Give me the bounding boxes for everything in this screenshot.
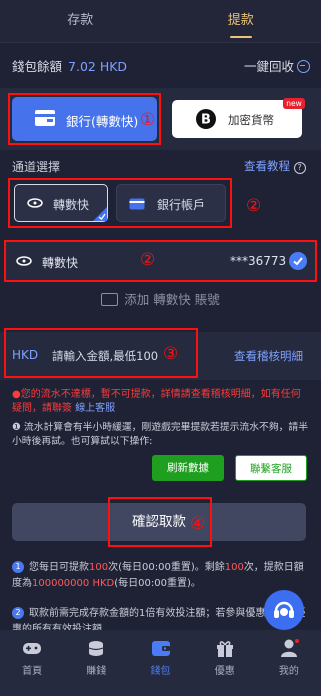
wallet-label: 錢包餘額 — [12, 59, 63, 74]
info-highlight: 100 — [89, 562, 109, 573]
nav-earn[interactable]: 賺錢 — [64, 630, 128, 696]
online-service-link[interactable]: 線上客服 — [75, 403, 115, 414]
annotation-number-4: ③ — [163, 344, 179, 364]
refresh-button[interactable]: 刷新數據 — [152, 455, 224, 481]
svg-text:B: B — [201, 113, 211, 128]
warning-text: ●您的流水不達標，暫不可提款，詳情請查看稽核明細，如有任何疑問，請聯簽 — [12, 389, 301, 414]
help-icon: ? — [293, 162, 306, 174]
recall-button[interactable]: 一鍵回收 — [244, 56, 310, 75]
gift-icon — [216, 641, 233, 657]
customer-service-button[interactable] — [264, 590, 304, 630]
info-text: 取款前需完成存款金額的1倍有效投注額；若參與優惠需完成優惠的所有有效投注額 — [12, 608, 306, 630]
tutorial-link[interactable]: 查看教程 ? — [244, 158, 306, 174]
top-tabs: 存款 提款 — [0, 0, 321, 43]
info-text: 次(每日00:00重置)。剩餘 — [108, 562, 225, 573]
info-text: 您每日可提款 — [29, 562, 89, 573]
crypto-label: 加密貨幣 — [228, 113, 274, 127]
tutorial-label: 查看教程 — [244, 159, 290, 173]
headset-icon — [274, 601, 294, 618]
bottom-nav: 首頁 賺錢 錢包 優惠 我的 — [0, 630, 321, 696]
audit-detail-link[interactable]: 查看稽核明細 — [234, 348, 303, 364]
user-icon — [280, 639, 299, 657]
wallet-amount: 7.02 HKD — [68, 59, 128, 74]
nav-label: 首頁 — [22, 666, 43, 677]
annotation-box-1 — [8, 93, 161, 145]
turnover-note: ❶ 流水計算會有半小時緩運，剛遊戲完畢提款若提示流水不夠，請半小時後再試。也可算… — [12, 422, 309, 447]
nav-promotions[interactable]: 優惠 — [193, 630, 257, 696]
recall-label: 一鍵回收 — [243, 59, 294, 74]
annotation-box-3 — [4, 240, 317, 282]
nav-wallet[interactable]: 錢包 — [128, 630, 192, 696]
recall-icon — [297, 60, 310, 73]
coins-icon — [89, 641, 104, 656]
nav-label: 我的 — [278, 666, 299, 677]
nav-label: 賺錢 — [86, 666, 107, 677]
nav-label: 優惠 — [214, 666, 235, 677]
turnover-warning: ●您的流水不達標，暫不可提款，詳情請查看稽核明細，如有任何疑問，請聯簽 線上客服 — [12, 388, 310, 416]
annotation-number-5: ④ — [190, 514, 206, 534]
annotation-number-1: ① — [140, 110, 156, 130]
info-highlight: 100000000 HKD — [32, 578, 115, 589]
annotation-number-3: ② — [140, 250, 156, 270]
annotation-box-2 — [8, 178, 232, 228]
wallet-icon — [151, 641, 170, 656]
channel-label: 通道選擇 — [12, 160, 61, 174]
tab-withdraw[interactable]: 提款 — [161, 0, 321, 42]
wallet-balance-row: 錢包餘額 7.02 HKD 一鍵回收 — [12, 56, 310, 74]
annotation-number-2: ② — [246, 196, 262, 216]
add-account-button[interactable]: 添加 轉數快 賬號 — [0, 289, 321, 313]
info-number: 1 — [12, 561, 24, 573]
tab-deposit[interactable]: 存款 — [0, 0, 161, 42]
info-text: (每日00:00重置)。 — [114, 578, 201, 589]
info-number: 2 — [12, 607, 24, 619]
new-badge: new — [283, 98, 305, 109]
gamepad-icon — [23, 643, 42, 654]
nav-home[interactable]: 首頁 — [0, 630, 64, 696]
add-card-icon — [101, 293, 119, 306]
bitcoin-icon: B — [196, 109, 216, 129]
nav-profile[interactable]: 我的 — [257, 630, 321, 696]
contact-service-button[interactable]: 聯繫客服 — [235, 455, 307, 481]
nav-label: 錢包 — [150, 666, 171, 677]
add-account-label: 添加 轉數快 賬號 — [124, 292, 220, 307]
info-highlight: 100 — [224, 562, 244, 573]
info-limit: 1 您每日可提款100次(每日00:00重置)。剩餘100次，提款日額度為1000… — [12, 560, 308, 592]
